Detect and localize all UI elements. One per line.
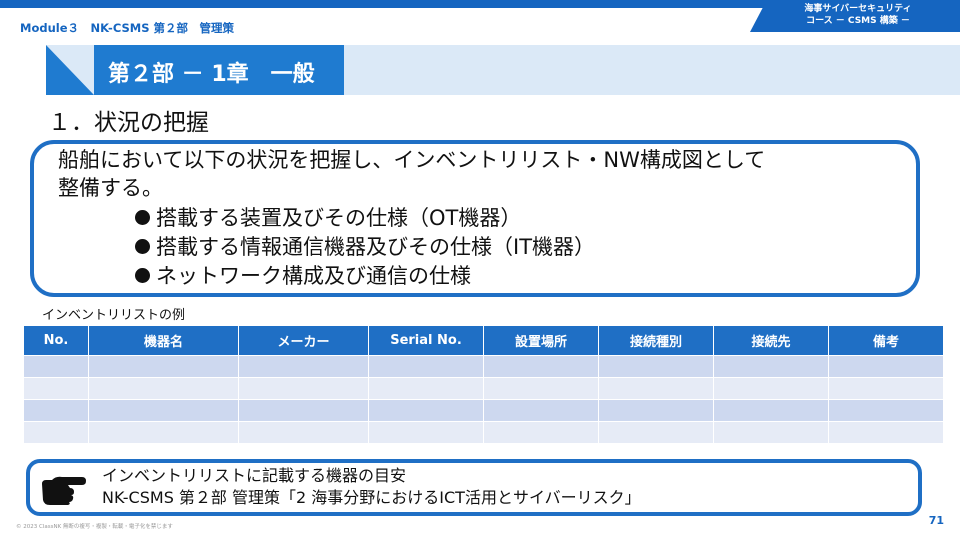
- table-cell: [23, 399, 89, 422]
- table-row: [23, 399, 944, 422]
- column-header-connected-to: 接続先: [713, 325, 829, 356]
- column-header-no: No.: [23, 325, 89, 356]
- bullet-list: 搭載する装置及びその仕様（OT機器） 搭載する情報通信機器及びその仕様（IT機器…: [135, 204, 595, 291]
- table-cell: [713, 377, 829, 400]
- table-cell: [598, 355, 714, 378]
- table-cell: [368, 377, 484, 400]
- main-description-line1: 船舶において以下の状況を把握し、インベントリリスト・NW構成図として: [58, 148, 766, 172]
- table-cell: [713, 421, 829, 444]
- bullet-text: ネットワーク構成及び通信の仕様: [156, 264, 471, 288]
- table-cell: [483, 399, 599, 422]
- table-cell: [828, 421, 944, 444]
- main-description: 船舶において以下の状況を把握し、インベントリリスト・NW構成図として 整備する。: [58, 146, 765, 202]
- table-cell: [713, 355, 829, 378]
- course-label-line2: コース － CSMS 構築 －: [806, 16, 910, 26]
- table-cell: [828, 355, 944, 378]
- table-cell: [238, 399, 369, 422]
- column-header-device-name: 機器名: [88, 325, 239, 356]
- table-cell: [368, 355, 484, 378]
- table-row: [23, 355, 944, 378]
- table-cell: [598, 421, 714, 444]
- column-header-serial-no: Serial No.: [368, 325, 484, 356]
- column-header-connection-type: 接続種別: [598, 325, 714, 356]
- table-cell: [238, 421, 369, 444]
- bullet-icon: [135, 210, 150, 225]
- course-label: 海事サイバーセキュリティ コース － CSMS 構築 －: [768, 3, 948, 27]
- table-cell: [238, 377, 369, 400]
- inventory-table: No. 機器名 メーカー Serial No. 設置場所 接続種別 接続先 備考: [23, 325, 944, 444]
- bullet-icon: [135, 268, 150, 283]
- chapter-title: 第２部 － 1章 一般: [108, 62, 315, 87]
- table-cell: [713, 399, 829, 422]
- column-header-location: 設置場所: [483, 325, 599, 356]
- bullet-text: 搭載する情報通信機器及びその仕様（IT機器）: [156, 235, 596, 259]
- section-title: １．状況の把握: [48, 110, 209, 136]
- table-cell: [483, 355, 599, 378]
- table-cell: [368, 399, 484, 422]
- bullet-item: ネットワーク構成及び通信の仕様: [135, 262, 595, 291]
- table-caption: インベントリリストの例: [42, 308, 186, 323]
- pointing-hand-icon: [42, 476, 86, 505]
- column-header-remarks: 備考: [828, 325, 944, 356]
- course-label-line1: 海事サイバーセキュリティ: [804, 4, 912, 14]
- table-cell: [483, 377, 599, 400]
- table-cell: [368, 421, 484, 444]
- table-cell: [23, 355, 89, 378]
- bullet-text: 搭載する装置及びその仕様（OT機器）: [156, 206, 522, 230]
- table-cell: [828, 377, 944, 400]
- column-header-maker: メーカー: [238, 325, 369, 356]
- table-cell: [598, 399, 714, 422]
- page-number: 71: [928, 514, 944, 527]
- table-cell: [88, 399, 239, 422]
- module-title: Module３ NK-CSMS 第２部 管理策: [20, 21, 234, 35]
- table-cell: [828, 399, 944, 422]
- copyright-notice: © 2023 ClassNK 無断の複写・複製・転載・電子化を禁じます: [16, 524, 173, 530]
- reference-line1: インベントリリストに記載する機器の目安: [102, 466, 407, 485]
- main-description-line2: 整備する。: [58, 176, 163, 200]
- table-cell: [23, 421, 89, 444]
- table-cell: [88, 421, 239, 444]
- table-cell: [483, 421, 599, 444]
- table-cell: [598, 377, 714, 400]
- table-header-row: No. 機器名 メーカー Serial No. 設置場所 接続種別 接続先 備考: [23, 325, 944, 356]
- table-row: [23, 421, 944, 444]
- table-cell: [23, 377, 89, 400]
- table-cell: [238, 355, 369, 378]
- reference-line2: NK-CSMS 第２部 管理策「2 海事分野におけるICT活用とサイバーリスク」: [102, 488, 641, 507]
- bullet-item: 搭載する情報通信機器及びその仕様（IT機器）: [135, 233, 595, 262]
- table-cell: [88, 355, 239, 378]
- table-row: [23, 377, 944, 400]
- bullet-icon: [135, 239, 150, 254]
- table-cell: [88, 377, 239, 400]
- bullet-item: 搭載する装置及びその仕様（OT機器）: [135, 204, 595, 233]
